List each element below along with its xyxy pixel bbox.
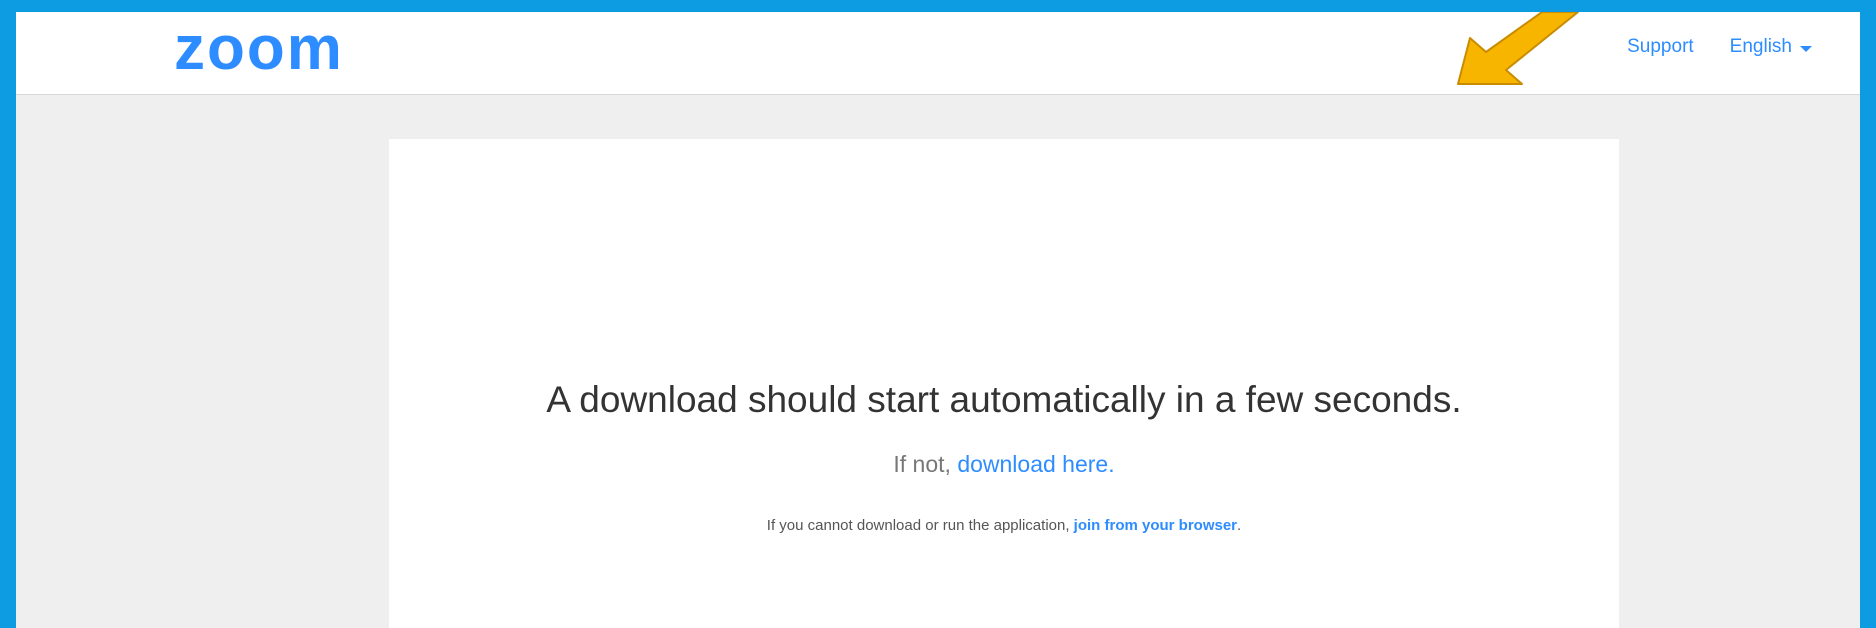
note-suffix: .: [1237, 517, 1242, 534]
download-card: A download should start automatically in…: [389, 139, 1619, 628]
zoom-logo[interactable]: zoom: [174, 18, 344, 80]
language-label: English: [1729, 36, 1792, 57]
join-from-browser-link[interactable]: join from your browser: [1074, 517, 1237, 534]
support-link[interactable]: Support: [1627, 36, 1694, 58]
pointer-arrow-icon: [1457, 12, 1579, 85]
fallback-prefix: If not,: [893, 451, 958, 477]
browser-frame: zoom Support English A download should s…: [16, 12, 1860, 628]
page-title: A download should start automatically in…: [546, 379, 1462, 420]
caret-down-icon: [1800, 45, 1812, 52]
note-prefix: If you cannot download or run the applic…: [766, 517, 1074, 534]
header-nav: Support English: [1627, 36, 1812, 58]
download-fallback-line: If not, download here.: [389, 451, 1619, 478]
browser-join-note: If you cannot download or run the applic…: [389, 517, 1619, 534]
language-dropdown[interactable]: English: [1730, 36, 1812, 58]
download-here-link[interactable]: download here.: [957, 451, 1114, 477]
